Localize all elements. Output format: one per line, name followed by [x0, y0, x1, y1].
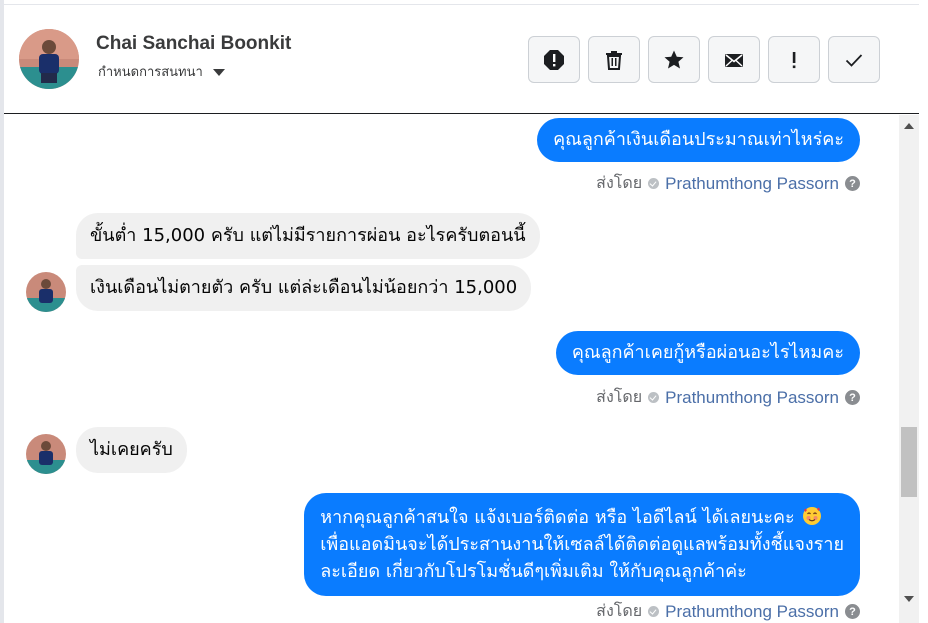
inbox-conversation-panel: Chai Sanchai Boonkit กำหนดการสนทนา คุณลู… [0, 0, 928, 623]
message-line: ละเอียด เกี่ยวกับโปรโมชั่นดีๆเพิ่มเติม ใ… [320, 561, 747, 582]
alert-circle-icon [544, 49, 564, 70]
outgoing-message[interactable]: คุณลูกค้าเงินเดือนประมาณเท่าไหร่คะ [537, 118, 860, 162]
help-icon[interactable]: ? [845, 176, 860, 191]
conversation-toolbar [528, 36, 880, 83]
thread-scrollbar[interactable] [899, 115, 919, 623]
contact-name[interactable]: Chai Sanchai Boonkit [96, 33, 291, 55]
incoming-message[interactable]: ขั้นต่ำ 15,000 ครับ แต่ไม่มีรายการผ่อน อ… [76, 213, 540, 259]
checkmark-icon [845, 53, 863, 67]
sent-by-label: ส่งโดย [596, 601, 643, 620]
sent-check-icon [648, 606, 660, 617]
follow-up-button[interactable] [768, 36, 820, 83]
outgoing-message[interactable]: หากคุณลูกค้าสนใจ แจ้งเบอร์ติดต่อ หรือ ไอ… [304, 493, 860, 596]
agent-name-link[interactable]: Prathumthong Passorn [665, 174, 839, 194]
incoming-message[interactable]: ไม่เคยครับ [76, 427, 187, 473]
assign-conversation-dropdown[interactable]: กำหนดการสนทนา [98, 61, 225, 82]
contact-avatar-small [26, 272, 66, 312]
exclamation-icon [792, 51, 796, 68]
conversation-header: Chai Sanchai Boonkit กำหนดการสนทนา [4, 4, 919, 114]
agent-name-link[interactable]: Prathumthong Passorn [665, 602, 839, 622]
scroll-down-arrow-icon[interactable] [904, 596, 914, 602]
sent-by-row: ส่งโดย Prathumthong Passorn ? [596, 599, 860, 623]
star-button[interactable] [648, 36, 700, 83]
trash-icon [606, 50, 622, 70]
right-gutter [919, 0, 928, 623]
star-icon [664, 50, 684, 68]
sent-by-row: ส่งโดย Prathumthong Passorn ? [596, 385, 860, 410]
contact-avatar-small [26, 434, 66, 474]
contact-avatar[interactable] [19, 29, 79, 89]
incoming-message[interactable]: เงินเดือนไม่ตายตัว ครับ แต่ล่ะเดือนไม่น้… [76, 265, 532, 311]
sent-by-row: ส่งโดย Prathumthong Passorn ? [596, 171, 860, 196]
assign-conversation-label: กำหนดการสนทนา [98, 65, 203, 80]
envelope-icon [725, 53, 743, 67]
outgoing-message[interactable]: คุณลูกค้าเคยกู้หรือผ่อนอะไรไหมคะ [555, 331, 860, 375]
chevron-down-icon [212, 69, 225, 76]
scroll-thumb[interactable] [901, 427, 917, 497]
smiling-face-with-hearts-icon [802, 506, 822, 526]
spam-button[interactable] [528, 36, 580, 83]
help-icon[interactable]: ? [845, 390, 860, 405]
agent-name-link[interactable]: Prathumthong Passorn [665, 388, 839, 408]
message-line: เพื่อแอดมินจะได้ประสานงานให้เซลล์ได้ติดต… [320, 534, 844, 555]
sent-by-label: ส่งโดย [596, 173, 643, 192]
done-button[interactable] [828, 36, 880, 83]
help-icon[interactable]: ? [845, 604, 860, 619]
message-line: หากคุณลูกค้าสนใจ แจ้งเบอร์ติดต่อ หรือ ไอ… [320, 504, 844, 531]
message-thread[interactable]: คุณลูกค้าเงินเดือนประมาณเท่าไหร่คะ ส่งโด… [4, 115, 899, 623]
mark-unread-button[interactable] [708, 36, 760, 83]
delete-button[interactable] [588, 36, 640, 83]
scroll-up-arrow-icon[interactable] [904, 123, 914, 129]
sent-check-icon [648, 392, 660, 403]
sent-check-icon [648, 178, 660, 189]
sent-by-label: ส่งโดย [596, 387, 643, 406]
